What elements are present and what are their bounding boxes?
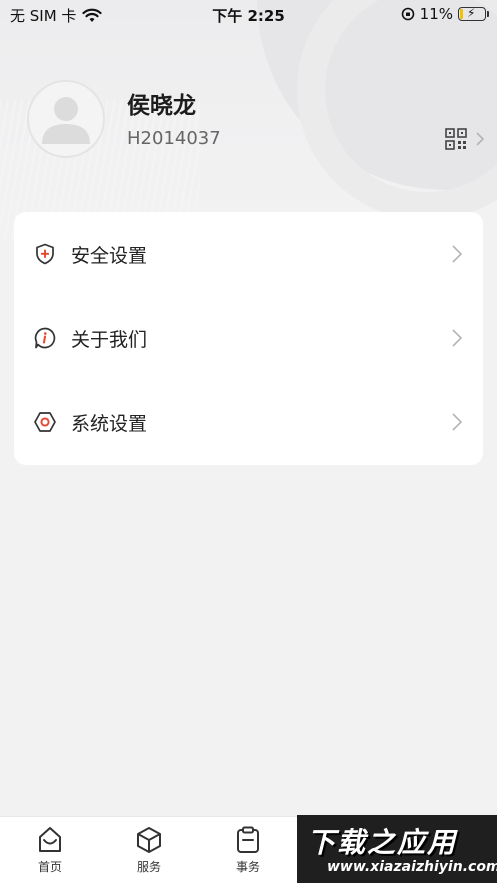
chevron-right-icon (452, 329, 463, 347)
watermark-logo: 下载之应用 www.xiazaizhiyin.com (297, 815, 497, 883)
menu-item-label: 系统设置 (71, 412, 148, 435)
orientation-lock-icon (401, 7, 414, 21)
tab-affairs[interactable]: 事务 (218, 825, 278, 875)
tab-label: 事务 (235, 860, 260, 874)
tab-label: 服务 (136, 860, 161, 874)
user-name: 侯晓龙 (127, 93, 196, 119)
battery-percent: 11% (419, 5, 453, 23)
qr-code-icon (445, 128, 467, 150)
profile-header: 侯晓龙 H2014037 (0, 78, 497, 168)
info-bubble-icon (34, 327, 56, 349)
menu-item-security[interactable]: 安全设置 (14, 212, 483, 296)
user-id: H2014037 (127, 128, 221, 149)
watermark-text: 下载之应用 (307, 826, 458, 859)
chevron-right-icon (452, 245, 463, 263)
menu-item-system[interactable]: 系统设置 (14, 380, 483, 464)
hexagon-settings-icon (34, 412, 56, 432)
cube-icon (137, 827, 161, 853)
settings-menu: 安全设置 关于我们 系统设置 (14, 212, 483, 465)
shield-plus-icon (36, 243, 54, 265)
clipboard-icon (237, 826, 259, 853)
menu-item-label: 安全设置 (71, 244, 148, 267)
tab-services[interactable]: 服务 (119, 825, 179, 875)
home-icon (39, 827, 61, 852)
user-silhouette-icon (42, 97, 90, 144)
tab-label: 首页 (37, 860, 62, 874)
menu-item-about[interactable]: 关于我们 (14, 296, 483, 380)
tab-home[interactable]: 首页 (20, 825, 80, 875)
watermark-url: www.xiazaizhiyin.com (327, 859, 497, 875)
chevron-right-icon (476, 132, 485, 146)
menu-item-label: 关于我们 (71, 328, 148, 351)
chevron-right-icon (452, 413, 463, 431)
battery-icon: ⚡ (458, 6, 486, 21)
status-bar: 无 SIM 卡 下午 2:25 11% ⚡ (0, 0, 497, 30)
avatar[interactable] (27, 80, 105, 158)
qr-code-button[interactable] (445, 128, 485, 150)
